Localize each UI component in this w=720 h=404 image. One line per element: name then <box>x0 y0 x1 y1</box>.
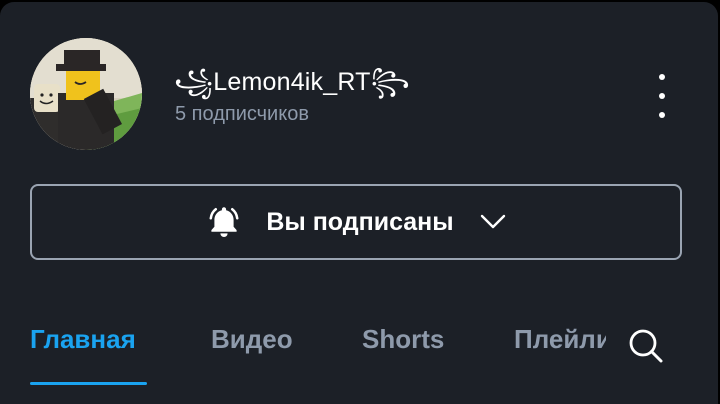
tab-shorts[interactable]: Shorts <box>362 324 444 355</box>
avatar[interactable] <box>30 38 142 150</box>
active-tab-indicator <box>30 382 147 385</box>
tab-playlists[interactable]: Плейлисты <box>514 324 606 355</box>
tab-home[interactable]: Главная <box>30 324 136 355</box>
subscribed-button[interactable]: Вы подписаны <box>30 184 682 260</box>
bell-icon <box>206 204 242 240</box>
chevron-down-icon <box>480 214 506 230</box>
subscriber-count: 5 подписчиков <box>175 103 309 125</box>
avatar-image <box>30 38 142 150</box>
channel-header: ꧁Lemon4ik_RT꧂ 5 подписчиков Вы подписаны… <box>0 2 718 404</box>
search-icon[interactable] <box>625 326 667 366</box>
subscribed-label: Вы подписаны <box>266 207 454 236</box>
more-vertical-icon[interactable] <box>646 74 678 118</box>
tab-videos[interactable]: Видео <box>211 324 293 355</box>
channel-tabs: Главная Видео Shorts Плейлисты <box>0 312 620 385</box>
